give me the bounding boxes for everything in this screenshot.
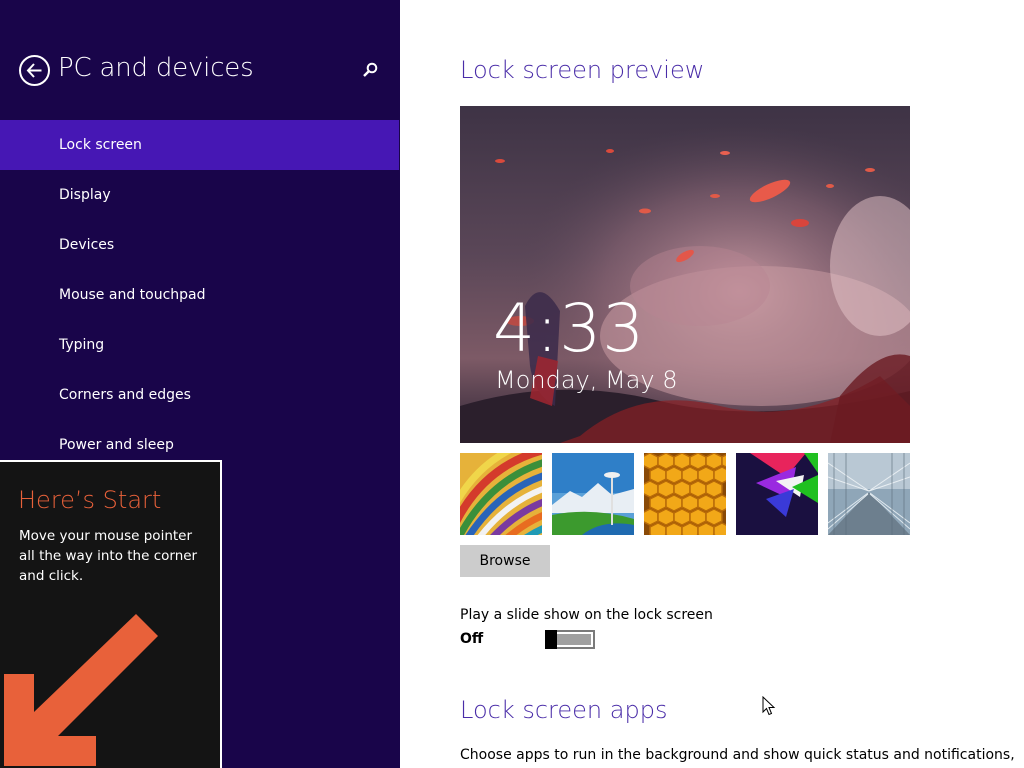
slideshow-label: Play a slide show on the lock screen — [460, 607, 713, 623]
mouse-pointer-icon — [762, 696, 776, 716]
lock-screen-preview-image: 4:33 Monday, May 8 — [460, 106, 910, 443]
geometric-shapes-thumbnail — [736, 453, 818, 535]
nav-item-display[interactable]: Display — [0, 170, 399, 220]
main-content: Lock screen preview 4:33 Monday, May 8 B… — [400, 0, 1024, 768]
thumbnail-space-needle[interactable] — [552, 453, 634, 535]
back-arrow-icon — [26, 63, 42, 78]
thumbnail-rail-tunnel[interactable] — [828, 453, 910, 535]
nav-item-lock-screen[interactable]: Lock screen — [0, 120, 399, 170]
arrow-down-left-icon — [4, 614, 158, 766]
preview-clock: 4:33 — [493, 290, 646, 367]
browse-button[interactable]: Browse — [460, 545, 550, 577]
nav-item-corners-and-edges[interactable]: Corners and edges — [0, 370, 399, 420]
lock-screen-apps-heading: Lock screen apps — [460, 696, 668, 724]
lock-screen-preview-heading: Lock screen preview — [460, 56, 705, 84]
toggle-thumb[interactable] — [545, 630, 557, 649]
thumbnail-honeycomb[interactable] — [644, 453, 726, 535]
search-button[interactable] — [360, 60, 380, 80]
background-thumbnails — [460, 453, 910, 535]
search-icon — [363, 62, 378, 77]
back-button[interactable] — [19, 55, 50, 86]
slideshow-toggle[interactable] — [545, 630, 595, 649]
honeycomb-thumbnail — [644, 453, 726, 535]
preview-date: Monday, May 8 — [495, 366, 678, 394]
nav-item-mouse-and-touchpad[interactable]: Mouse and touchpad — [0, 270, 399, 320]
colorful-stripes-thumbnail — [460, 453, 542, 535]
page-title: PC and devices — [58, 53, 254, 83]
thumbnail-colorful-stripes[interactable] — [460, 453, 542, 535]
tip-title: Here’s Start — [18, 486, 162, 514]
nav-list: Lock screen Display Devices Mouse and to… — [0, 120, 399, 470]
rail-tunnel-thumbnail — [828, 453, 910, 535]
nav-header: PC and devices — [0, 48, 400, 92]
nav-item-devices[interactable]: Devices — [0, 220, 399, 270]
thumbnail-geometric-shapes[interactable] — [736, 453, 818, 535]
slideshow-state-text: Off — [460, 631, 484, 647]
space-needle-thumbnail — [552, 453, 634, 535]
tip-body: Move your mouse pointer all the way into… — [19, 528, 198, 584]
start-tip-panel: Here’s Start Move your mouse pointer all… — [0, 460, 222, 768]
nav-item-typing[interactable]: Typing — [0, 320, 399, 370]
lock-screen-apps-description: Choose apps to run in the background and… — [460, 747, 1015, 763]
